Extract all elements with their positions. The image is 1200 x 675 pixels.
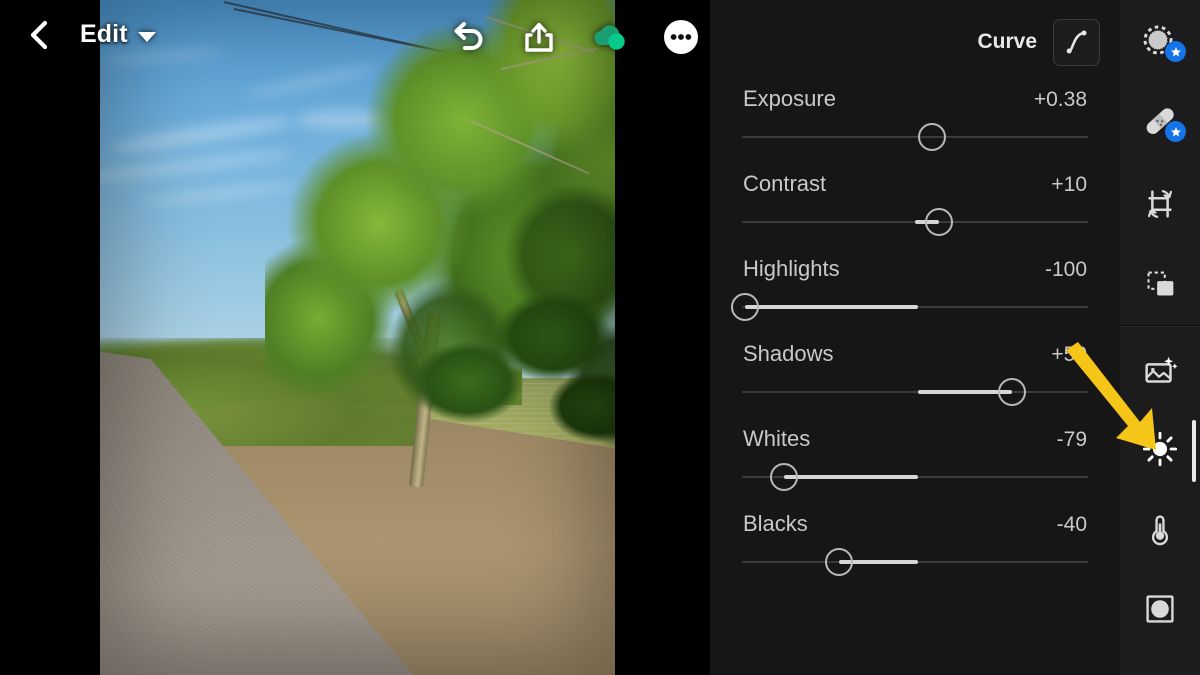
tool-rail bbox=[1120, 0, 1200, 675]
slider-value: +0.38 bbox=[1033, 88, 1087, 111]
slider-header: Exposure +0.38 bbox=[710, 84, 1120, 122]
slider-header: Blacks -40 bbox=[710, 509, 1120, 547]
premium-badge bbox=[1165, 121, 1186, 142]
more-options-button[interactable] bbox=[658, 14, 704, 60]
slider-thumb[interactable] bbox=[997, 378, 1026, 406]
slider-label: Highlights bbox=[743, 256, 840, 281]
panel-scrollbar[interactable] bbox=[1192, 420, 1196, 482]
slider-label: Exposure bbox=[743, 86, 836, 111]
rail-item-auto[interactable] bbox=[1120, 340, 1200, 404]
slider-thumb[interactable] bbox=[824, 548, 853, 576]
light-adjustment-panel: Curve Exposure +0.38 Contrast +10 Highlights… bbox=[710, 0, 1120, 675]
slider-track-area[interactable] bbox=[742, 377, 1088, 407]
share-button[interactable] bbox=[516, 14, 562, 60]
panel-header: Curve bbox=[710, 14, 1120, 70]
slider-value: -79 bbox=[1056, 428, 1087, 451]
rail-item-masking[interactable] bbox=[1120, 10, 1200, 74]
slider-label: Whites bbox=[743, 426, 811, 451]
star-icon bbox=[1170, 126, 1181, 137]
auto-enhance-icon bbox=[1145, 356, 1178, 383]
slider-label: Contrast bbox=[743, 171, 827, 196]
star-icon bbox=[1170, 46, 1181, 57]
slider-label: Blacks bbox=[743, 511, 808, 536]
slider-whites[interactable]: Whites -79 bbox=[710, 424, 1120, 509]
rail-item-light[interactable] bbox=[1120, 417, 1200, 481]
slider-exposure[interactable]: Exposure +0.38 bbox=[710, 84, 1120, 169]
slider-value: +10 bbox=[1051, 173, 1087, 196]
page-title: Edit bbox=[80, 20, 128, 48]
curve-label: Curve bbox=[977, 30, 1037, 53]
back-button[interactable] bbox=[22, 18, 56, 52]
rail-item-crop[interactable] bbox=[1120, 172, 1200, 236]
lightroom-edit-screen: Edit Curve Exposure +0.38 Contrast +10 H… bbox=[0, 0, 1200, 675]
slider-value: -100 bbox=[1044, 258, 1087, 281]
versions-icon bbox=[1147, 271, 1174, 296]
cloud-sync-status[interactable] bbox=[586, 14, 632, 60]
slider-value: -40 bbox=[1056, 513, 1087, 536]
lower-foliage bbox=[388, 283, 615, 459]
rail-divider bbox=[1120, 325, 1200, 326]
tone-curve-button[interactable] bbox=[1053, 18, 1100, 66]
premium-badge bbox=[1165, 41, 1186, 62]
slider-track-area[interactable] bbox=[742, 462, 1088, 492]
light-icon bbox=[1142, 431, 1178, 467]
slider-contrast[interactable]: Contrast +10 bbox=[710, 169, 1120, 254]
rail-item-versions[interactable] bbox=[1120, 252, 1200, 316]
rail-item-effects[interactable] bbox=[1120, 577, 1200, 641]
cloud-sync-icon bbox=[594, 25, 625, 50]
slider-value: +50 bbox=[1051, 343, 1087, 366]
photo-canvas: Edit bbox=[0, 0, 710, 675]
rail-item-color[interactable] bbox=[1120, 497, 1200, 561]
slider-header: Highlights -100 bbox=[710, 254, 1120, 292]
slider-thumb[interactable] bbox=[731, 293, 760, 321]
slider-header: Whites -79 bbox=[710, 424, 1120, 462]
slider-highlights[interactable]: Highlights -100 bbox=[710, 254, 1120, 339]
edited-photo[interactable] bbox=[100, 0, 615, 675]
undo-button[interactable] bbox=[444, 14, 490, 60]
color-temperature-icon bbox=[1151, 515, 1169, 546]
top-action-group bbox=[430, 14, 710, 62]
slider-shadows[interactable]: Shadows +50 bbox=[710, 339, 1120, 424]
caret-down-icon bbox=[137, 31, 156, 42]
slider-track bbox=[742, 391, 1088, 393]
slider-track-area[interactable] bbox=[742, 207, 1088, 237]
effects-icon bbox=[1146, 595, 1174, 623]
tone-curve-icon bbox=[1066, 30, 1086, 54]
more-options-icon bbox=[664, 20, 698, 54]
slider-header: Contrast +10 bbox=[710, 169, 1120, 207]
chevron-left-icon bbox=[30, 20, 48, 50]
slider-list: Exposure +0.38 Contrast +10 Highlights -100 Sh… bbox=[710, 84, 1120, 594]
slider-header: Shadows +50 bbox=[710, 339, 1120, 377]
slider-thumb[interactable] bbox=[769, 463, 798, 491]
slider-thumb[interactable] bbox=[918, 123, 947, 151]
slider-track-area[interactable] bbox=[742, 547, 1088, 577]
slider-label: Shadows bbox=[743, 341, 834, 366]
undo-icon bbox=[454, 22, 483, 50]
slider-track-area[interactable] bbox=[731, 292, 1088, 322]
slider-blacks[interactable]: Blacks -40 bbox=[710, 509, 1120, 594]
edit-mode-dropdown[interactable]: Edit bbox=[80, 20, 156, 49]
slider-fill bbox=[745, 305, 919, 309]
slider-track-area[interactable] bbox=[742, 122, 1088, 152]
slider-track bbox=[742, 136, 1088, 138]
share-icon bbox=[525, 22, 553, 52]
rail-item-healing[interactable] bbox=[1120, 90, 1200, 154]
top-toolbar: Edit bbox=[0, 0, 710, 72]
crop-rotate-icon bbox=[1147, 189, 1173, 219]
slider-fill bbox=[783, 475, 919, 479]
slider-thumb[interactable] bbox=[925, 208, 954, 236]
